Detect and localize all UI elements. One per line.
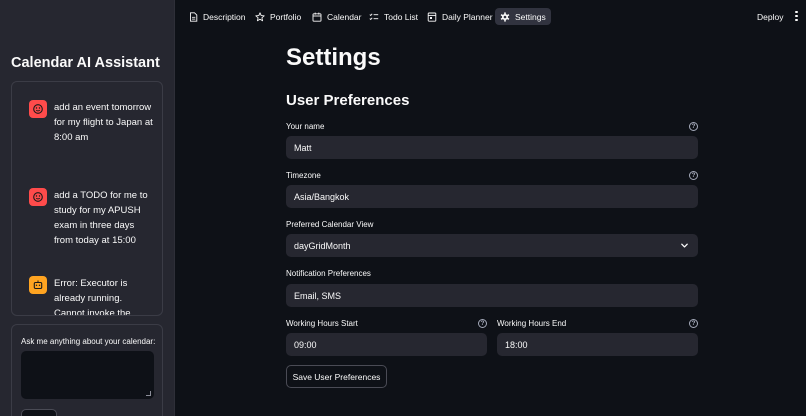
sidebar-title: Calendar AI Assistant bbox=[11, 55, 160, 71]
name-label: Your name bbox=[286, 122, 325, 131]
help-icon[interactable]: ? bbox=[689, 319, 698, 328]
chat-message-text: Error: Executor is already running. Cann… bbox=[54, 278, 131, 316]
hours-end-input[interactable]: 18:00 bbox=[497, 333, 698, 356]
timezone-label: Timezone bbox=[286, 171, 321, 180]
name-input[interactable]: Matt bbox=[286, 136, 698, 159]
chat-message: Error: Executor is already running. Cann… bbox=[29, 276, 154, 316]
name-value: Matt bbox=[294, 142, 312, 153]
star-icon bbox=[255, 11, 265, 22]
deploy-button[interactable]: Deploy bbox=[757, 12, 783, 22]
sidebar: Calendar AI Assistant add an event tomor… bbox=[0, 0, 175, 416]
save-preferences-button[interactable]: Save User Preferences bbox=[286, 365, 387, 388]
notifications-value: Email, SMS bbox=[294, 290, 342, 301]
timezone-input[interactable]: Asia/Bangkok bbox=[286, 185, 698, 208]
nav-item-settings[interactable]: Settings bbox=[495, 8, 551, 25]
hours-start-value: 09:00 bbox=[294, 339, 317, 350]
chat-input[interactable] bbox=[21, 351, 154, 399]
gear-icon bbox=[500, 11, 510, 22]
nav-item-calendar[interactable]: Calendar bbox=[307, 8, 367, 25]
more-options-icon[interactable] bbox=[795, 11, 798, 21]
checklist-icon bbox=[369, 12, 379, 22]
notifications-label: Notification Preferences bbox=[286, 269, 371, 278]
send-button[interactable] bbox=[21, 409, 57, 416]
nav-item-label: Settings bbox=[515, 11, 546, 22]
chat-input-label: Ask me anything about your calendar: bbox=[21, 337, 156, 346]
user-avatar-icon bbox=[29, 188, 47, 206]
nav-item-description[interactable]: Description bbox=[183, 8, 251, 25]
calendar-view-select[interactable]: dayGridMonth bbox=[286, 234, 698, 257]
calendar-view-label: Preferred Calendar View bbox=[286, 220, 374, 229]
nav-item-label: Description bbox=[203, 11, 246, 22]
resize-handle-icon[interactable] bbox=[146, 391, 151, 396]
chat-input-form: Ask me anything about your calendar: bbox=[11, 324, 163, 416]
nav-item-daily-planner[interactable]: Daily Planner bbox=[422, 8, 498, 25]
chat-message-text: add an event tomorrow for my flight to J… bbox=[54, 102, 153, 143]
nav-item-todo-list[interactable]: Todo List bbox=[364, 8, 423, 25]
chat-message-text: add a TODO for me to study for my APUSH … bbox=[54, 190, 148, 246]
nav-item-label: Calendar bbox=[327, 11, 362, 22]
help-icon[interactable]: ? bbox=[689, 171, 698, 180]
help-icon[interactable]: ? bbox=[478, 319, 487, 328]
planner-icon bbox=[427, 12, 437, 22]
nav-item-portfolio[interactable]: Portfolio bbox=[250, 8, 306, 25]
chevron-down-icon bbox=[680, 241, 689, 252]
notifications-input[interactable]: Email, SMS bbox=[286, 284, 698, 307]
user-avatar-icon bbox=[29, 100, 47, 118]
nav-item-label: Daily Planner bbox=[442, 11, 493, 22]
calendar-icon bbox=[312, 12, 322, 22]
hours-start-input[interactable]: 09:00 bbox=[286, 333, 487, 356]
nav-item-label: Todo List bbox=[384, 11, 419, 22]
chat-message: add a TODO for me to study for my APUSH … bbox=[29, 188, 154, 248]
page-title: Settings bbox=[286, 44, 381, 71]
calendar-view-value: dayGridMonth bbox=[294, 240, 351, 251]
chat-history[interactable]: add an event tomorrow for my flight to J… bbox=[11, 81, 163, 316]
hours-start-label: Working Hours Start bbox=[286, 319, 358, 328]
timezone-value: Asia/Bangkok bbox=[294, 191, 350, 202]
chat-message: add an event tomorrow for my flight to J… bbox=[29, 100, 154, 145]
nav-item-label: Portfolio bbox=[270, 11, 302, 22]
document-icon bbox=[188, 11, 198, 22]
top-nav: Description Portfolio Calendar Todo List… bbox=[175, 0, 806, 33]
help-icon[interactable]: ? bbox=[689, 122, 698, 131]
assistant-avatar-icon bbox=[29, 276, 47, 294]
section-title: User Preferences bbox=[286, 92, 410, 109]
hours-end-value: 18:00 bbox=[505, 339, 528, 350]
hours-end-label: Working Hours End bbox=[497, 319, 567, 328]
